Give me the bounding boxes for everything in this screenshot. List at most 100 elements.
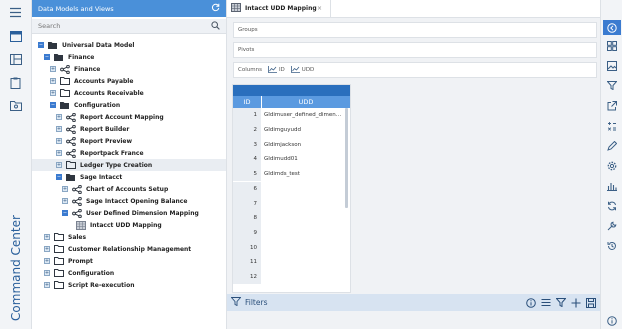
export-icon[interactable] xyxy=(606,100,617,111)
tree-item[interactable]: − Sage Intacct xyxy=(56,171,122,183)
tree-item[interactable]: + Report Preview xyxy=(56,135,132,147)
expand-icon[interactable]: + xyxy=(56,126,62,132)
collapse-icon[interactable]: − xyxy=(38,42,44,48)
tree-item[interactable]: + Accounts Payable xyxy=(50,75,133,87)
filters-bar[interactable]: Filters xyxy=(227,294,600,311)
tree-item[interactable]: Intacct UDD Mapping xyxy=(76,219,162,231)
add-icon[interactable] xyxy=(570,297,581,308)
tree-item[interactable]: + Configuration xyxy=(44,267,114,279)
collapse-left-icon[interactable] xyxy=(603,20,621,35)
tree-item[interactable]: + Sales xyxy=(44,231,86,243)
expand-icon[interactable]: + xyxy=(56,162,62,168)
expand-icon[interactable]: + xyxy=(50,90,56,96)
folder-icon[interactable] xyxy=(9,99,22,112)
expand-icon[interactable]: + xyxy=(44,246,50,252)
table-row[interactable]: 3 GIdimjackson xyxy=(233,137,344,153)
table-row[interactable]: 7 xyxy=(233,196,344,211)
search-input[interactable] xyxy=(38,22,188,30)
vertical-scrollbar[interactable] xyxy=(345,108,348,208)
expand-icon[interactable]: + xyxy=(62,198,68,204)
data-grid: ID UDD 1 GIdimuser_defined_dimensi... 2 GI… xyxy=(232,84,351,293)
share-icon xyxy=(66,136,76,146)
collapse-icon[interactable]: − xyxy=(56,174,62,180)
tree-item-label: Finance xyxy=(74,65,101,73)
history-icon[interactable] xyxy=(606,240,617,251)
folder-open-icon xyxy=(54,53,64,62)
tree-item[interactable]: − Universal Data Model xyxy=(38,39,134,51)
bar-chart-icon[interactable] xyxy=(606,180,617,191)
wrench-icon[interactable] xyxy=(606,220,617,231)
pencil-icon[interactable] xyxy=(606,140,617,151)
column-chip-id[interactable]: ID xyxy=(268,65,285,75)
tree-item[interactable]: + Finance xyxy=(50,63,100,75)
table-row[interactable]: 10 xyxy=(233,240,344,255)
tree-item[interactable]: + Report Builder xyxy=(56,123,129,135)
table-row[interactable]: 5 GIdimds_test xyxy=(233,166,344,182)
collapse-icon[interactable]: − xyxy=(62,210,68,216)
command-center-title: Command Center xyxy=(8,215,23,321)
menu-icon[interactable] xyxy=(9,6,22,19)
tree-item[interactable]: + Chart of Accounts Setup xyxy=(62,183,168,195)
refresh-icon[interactable] xyxy=(211,3,220,14)
tree-item[interactable]: + Sage Intacct Opening Balance xyxy=(62,195,187,207)
table-row[interactable]: 4 GIdimudd01 xyxy=(233,152,344,167)
save-icon[interactable] xyxy=(585,297,596,308)
panel-header: Data Models and Views xyxy=(32,0,226,17)
table-row[interactable]: 12 xyxy=(233,269,344,285)
table-icon xyxy=(76,220,86,230)
tree-item[interactable]: + Report Account Mapping xyxy=(56,111,164,123)
expand-icon[interactable]: + xyxy=(62,186,68,192)
expand-icon[interactable]: + xyxy=(56,138,62,144)
expand-icon[interactable]: + xyxy=(50,66,56,72)
column-chip-udd[interactable]: UDD xyxy=(290,65,314,75)
tree-item[interactable]: + Reportpack France xyxy=(56,147,144,159)
expand-icon[interactable]: + xyxy=(44,258,50,264)
cell-udd: GIdimguyudd xyxy=(264,127,301,134)
table-row[interactable]: 11 xyxy=(233,255,344,270)
groups-drop-zone[interactable]: Groups xyxy=(233,22,597,38)
tree-item[interactable]: + Customer Relationship Management xyxy=(44,243,191,255)
tree-item[interactable]: + Script Re-execution xyxy=(44,279,134,291)
tab-intacct-udd-mapping[interactable]: Intacct UDD Mapping × xyxy=(227,0,331,17)
table-row[interactable]: 2 GIdimguyudd xyxy=(233,122,344,138)
pivots-label: Pivots xyxy=(238,47,255,53)
clipboard-icon[interactable] xyxy=(9,76,22,89)
tree-item[interactable]: + Prompt xyxy=(44,255,93,267)
info-icon[interactable] xyxy=(525,297,536,308)
tree-item[interactable]: + Ledger Type Creation xyxy=(32,159,226,171)
collapse-icon[interactable]: − xyxy=(44,54,50,60)
data-models-icon[interactable] xyxy=(9,30,22,43)
pivots-drop-zone[interactable]: Pivots xyxy=(233,42,597,58)
list-icon[interactable] xyxy=(540,297,551,308)
expand-icon[interactable]: + xyxy=(50,78,56,84)
column-header-id[interactable]: ID xyxy=(233,96,262,108)
tree-item[interactable]: − Finance xyxy=(44,51,94,63)
table-row[interactable]: 8 xyxy=(233,210,344,226)
funnel-icon[interactable] xyxy=(555,297,566,308)
image-icon[interactable] xyxy=(606,60,617,71)
info-icon[interactable] xyxy=(606,315,617,326)
table-row[interactable]: 9 xyxy=(233,225,344,241)
close-icon[interactable]: × xyxy=(317,5,322,12)
columns-drop-zone[interactable]: Columns ID UDD xyxy=(233,62,597,78)
expand-icon[interactable]: + xyxy=(44,282,50,288)
expand-icon[interactable]: + xyxy=(44,234,50,240)
dashboard-icon[interactable] xyxy=(9,53,22,66)
expand-icon[interactable]: + xyxy=(56,114,62,120)
cell-id: 2 xyxy=(233,122,261,138)
collapse-icon[interactable]: − xyxy=(50,102,56,108)
table-row[interactable]: 1 GIdimuser_defined_dimensi... xyxy=(233,108,344,123)
column-header-udd[interactable]: UDD xyxy=(262,96,350,108)
search-icon[interactable] xyxy=(211,20,220,32)
tree-item[interactable]: − Configuration xyxy=(50,99,120,111)
settings-icon[interactable] xyxy=(606,160,617,171)
calculator-icon[interactable] xyxy=(606,120,617,131)
expand-icon[interactable]: + xyxy=(44,270,50,276)
sync-icon[interactable] xyxy=(606,200,617,211)
grid-view-icon[interactable] xyxy=(606,40,617,51)
tree-item[interactable]: − User Defined Dimension Mapping xyxy=(62,207,199,219)
table-row[interactable]: 6 xyxy=(233,181,344,197)
filter-icon[interactable] xyxy=(606,80,617,91)
expand-icon[interactable]: + xyxy=(56,150,62,156)
tree-item[interactable]: + Accounts Receivable xyxy=(50,87,144,99)
